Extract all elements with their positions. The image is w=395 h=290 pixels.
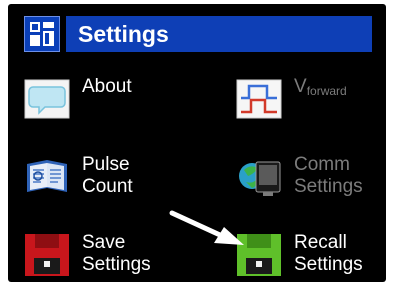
pulse-count-label: Pulse Count bbox=[82, 154, 133, 197]
save-settings-label: Save Settings bbox=[82, 232, 151, 275]
recall-settings-menu-item[interactable]: Recall Settings bbox=[236, 232, 386, 282]
comm-settings-label: Comm Settings bbox=[294, 154, 363, 197]
pointer-arrow-icon bbox=[169, 210, 244, 245]
about-menu-item[interactable]: About bbox=[24, 76, 194, 132]
book-icon bbox=[24, 154, 70, 200]
computer-monitor-icon bbox=[236, 154, 282, 200]
speech-bubble-icon bbox=[24, 76, 70, 122]
page-title: Settings bbox=[66, 16, 372, 52]
comm-settings-menu-item[interactable]: Comm Settings bbox=[236, 154, 386, 210]
device-screen: Settings About Vforward Pulse Count Comm… bbox=[8, 4, 386, 282]
app-logo-icon bbox=[24, 16, 60, 52]
recall-settings-label: Recall Settings bbox=[294, 232, 363, 275]
pulse-count-menu-item[interactable]: Pulse Count bbox=[24, 154, 194, 210]
vforward-label: Vforward bbox=[294, 76, 347, 98]
vforward-menu-item[interactable]: Vforward bbox=[236, 76, 386, 132]
pulse-waveform-icon bbox=[236, 76, 282, 122]
title-bar: Settings bbox=[24, 16, 372, 52]
about-label: About bbox=[82, 76, 132, 97]
red-floppy-disk-icon bbox=[24, 232, 70, 278]
